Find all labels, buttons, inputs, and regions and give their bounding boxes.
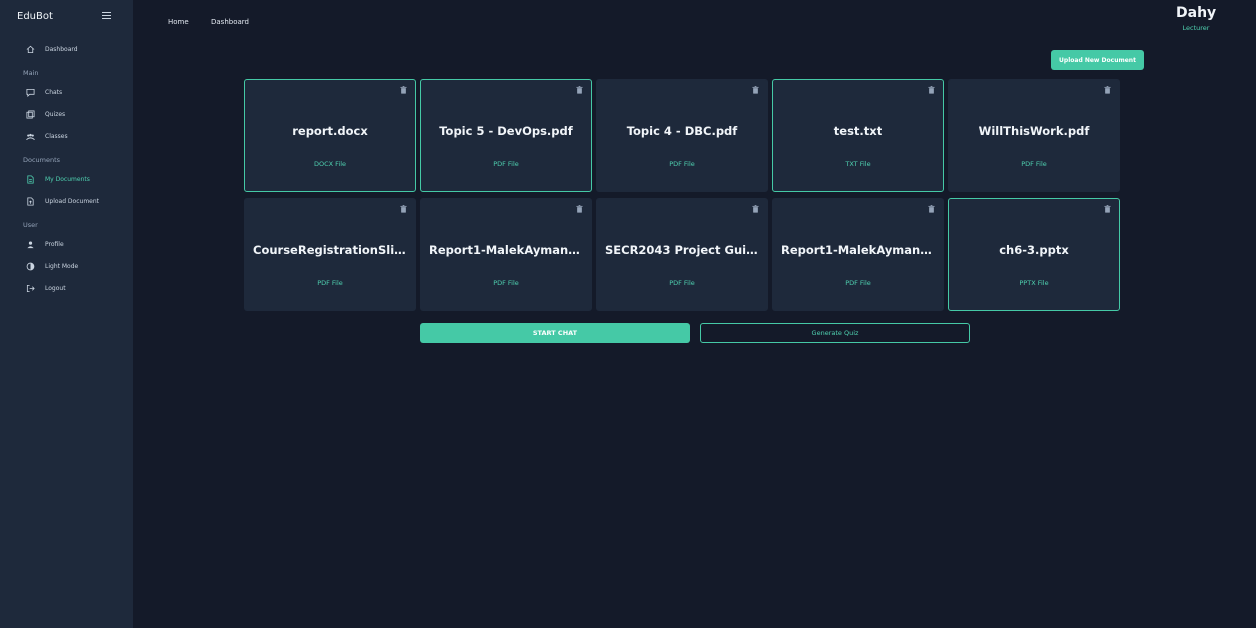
sidebar-item-my-documents[interactable]: My Documents bbox=[26, 172, 90, 186]
trash-icon[interactable] bbox=[576, 205, 583, 213]
users-icon bbox=[26, 133, 35, 140]
upload-new-document-button[interactable]: Upload New Document bbox=[1051, 50, 1144, 70]
document-name: SECR2043 Project Guideline... bbox=[605, 243, 759, 257]
sidebar-item-label: Chats bbox=[45, 88, 63, 96]
sidebar-item-classes[interactable]: Classes bbox=[26, 129, 68, 143]
document-type: PPTX File bbox=[1019, 279, 1049, 287]
sidebar-item-upload-document[interactable]: Upload Document bbox=[26, 194, 99, 208]
document-name: CourseRegistrationSlip.pdf bbox=[253, 243, 407, 257]
document-name: test.txt bbox=[833, 124, 883, 138]
document-name: ch6-3.pptx bbox=[999, 243, 1069, 257]
user-icon bbox=[27, 241, 34, 248]
user-role: Lecturer bbox=[1182, 24, 1210, 32]
document-card[interactable]: report.docx DOCX File bbox=[244, 79, 416, 192]
quiz-icon bbox=[26, 109, 35, 119]
sidebar-item-quizes[interactable]: Quizes bbox=[26, 107, 65, 121]
sidebar-item-label: My Documents bbox=[45, 175, 90, 183]
sidebar-item-label: Classes bbox=[45, 132, 68, 140]
trash-icon[interactable] bbox=[1104, 86, 1111, 94]
section-label-documents: Documents bbox=[23, 156, 61, 164]
section-label-user: User bbox=[23, 221, 38, 229]
trash-icon[interactable] bbox=[752, 86, 759, 94]
document-card[interactable]: SECR2043 Project Guideline... PDF File bbox=[596, 198, 768, 311]
document-name: Report1-MalekAyman-... bbox=[781, 243, 935, 257]
brand-logo: EduBot bbox=[17, 11, 53, 22]
chat-icon bbox=[26, 88, 35, 97]
document-type: PDF File bbox=[1021, 160, 1047, 168]
trash-icon[interactable] bbox=[752, 205, 759, 213]
sidebar-item-label: Profile bbox=[45, 240, 64, 248]
sidebar-item-dashboard[interactable]: Dashboard bbox=[26, 42, 78, 56]
document-type: PDF File bbox=[669, 160, 695, 168]
sidebar-item-label: Dashboard bbox=[45, 45, 78, 53]
sidebar: EduBot Dashboard Main Chats Quizes Class… bbox=[0, 0, 133, 628]
sidebar-item-label: Upload Document bbox=[45, 197, 100, 205]
document-card[interactable]: CourseRegistrationSlip.pdf PDF File bbox=[244, 198, 416, 311]
document-name: report.docx bbox=[292, 124, 368, 138]
document-icon bbox=[27, 174, 34, 184]
breadcrumb-dashboard[interactable]: Dashboard bbox=[211, 18, 249, 26]
menu-icon[interactable] bbox=[102, 12, 111, 20]
document-grid: report.docx DOCX File Topic 5 - DevOps.pdf… bbox=[244, 79, 1120, 311]
document-name: Topic 4 - DBC.pdf bbox=[626, 124, 738, 138]
trash-icon[interactable] bbox=[928, 86, 935, 94]
home-icon bbox=[26, 45, 35, 53]
trash-icon[interactable] bbox=[400, 86, 407, 94]
sidebar-item-logout[interactable]: Logout bbox=[26, 281, 66, 295]
document-card[interactable]: Report1-MalekAyman-... PDF File bbox=[772, 198, 944, 311]
contrast-icon bbox=[26, 262, 35, 270]
start-chat-button[interactable]: START CHAT bbox=[420, 323, 690, 343]
section-label-main: Main bbox=[23, 69, 39, 77]
sidebar-item-label: Quizes bbox=[45, 110, 66, 118]
sidebar-item-label: Logout bbox=[45, 284, 66, 292]
sidebar-item-light-mode[interactable]: Light Mode bbox=[26, 259, 78, 273]
document-card[interactable]: ch6-3.pptx PPTX File bbox=[948, 198, 1120, 311]
user-name: Dahy bbox=[1176, 5, 1217, 21]
document-card[interactable]: Topic 4 - DBC.pdf PDF File bbox=[596, 79, 768, 192]
document-type: PDF File bbox=[493, 279, 519, 287]
upload-file-icon bbox=[27, 196, 34, 206]
generate-quiz-button[interactable]: Generate Quiz bbox=[700, 323, 970, 343]
document-card[interactable]: WillThisWork.pdf PDF File bbox=[948, 79, 1120, 192]
document-type: TXT File bbox=[845, 160, 871, 168]
document-card[interactable]: Topic 5 - DevOps.pdf PDF File bbox=[420, 79, 592, 192]
trash-icon[interactable] bbox=[400, 205, 407, 213]
document-name: Report1-MalekAyman-... bbox=[429, 243, 583, 257]
breadcrumb-home[interactable]: Home bbox=[168, 18, 189, 26]
trash-icon[interactable] bbox=[1104, 205, 1111, 213]
document-type: PDF File bbox=[669, 279, 695, 287]
document-type: DOCX File bbox=[313, 160, 347, 168]
logout-icon bbox=[26, 284, 35, 292]
document-type: PDF File bbox=[317, 279, 343, 287]
document-type: PDF File bbox=[845, 279, 871, 287]
document-type: PDF File bbox=[493, 160, 519, 168]
document-card[interactable]: Report1-MalekAyman-... PDF File bbox=[420, 198, 592, 311]
trash-icon[interactable] bbox=[576, 86, 583, 94]
trash-icon[interactable] bbox=[928, 205, 935, 213]
document-name: Topic 5 - DevOps.pdf bbox=[439, 124, 573, 138]
document-name: WillThisWork.pdf bbox=[978, 124, 1090, 138]
sidebar-item-chats[interactable]: Chats bbox=[26, 85, 62, 99]
sidebar-item-label: Light Mode bbox=[45, 262, 79, 270]
document-card[interactable]: test.txt TXT File bbox=[772, 79, 944, 192]
sidebar-item-profile[interactable]: Profile bbox=[26, 237, 64, 251]
